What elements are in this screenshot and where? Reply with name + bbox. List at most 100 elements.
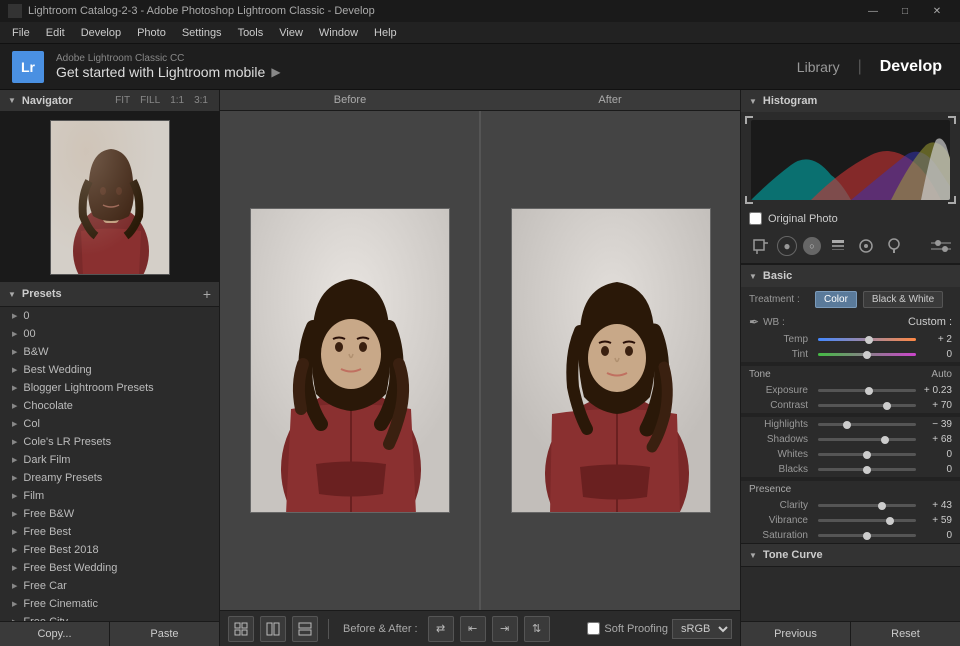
menu-edit[interactable]: Edit xyxy=(38,25,73,41)
menu-photo[interactable]: Photo xyxy=(129,25,174,41)
radial-filter-icon[interactable] xyxy=(855,235,877,257)
tone-curve-header[interactable]: ▼ Tone Curve xyxy=(741,544,960,566)
grid-view-button[interactable] xyxy=(228,616,254,642)
histogram-title: Histogram xyxy=(763,95,952,107)
main-layout: ▼ Navigator FIT FILL 1:1 3:1 xyxy=(0,90,960,646)
menu-settings[interactable]: Settings xyxy=(174,25,230,41)
close-button[interactable]: ✕ xyxy=(922,0,952,22)
highlights-slider-thumb[interactable] xyxy=(843,421,851,429)
list-item[interactable]: ▶Col xyxy=(0,415,219,433)
list-item[interactable]: ▶Free Best Wedding xyxy=(0,559,219,577)
right-panel-spacer xyxy=(741,567,960,621)
clarity-slider-track[interactable] xyxy=(818,504,916,507)
wb-label: WB : xyxy=(763,317,813,328)
contrast-slider-thumb[interactable] xyxy=(883,402,891,410)
navigator-header[interactable]: ▼ Navigator FIT FILL 1:1 3:1 xyxy=(0,90,219,112)
color-treatment-button[interactable]: Color xyxy=(815,291,857,308)
list-item[interactable]: ▶Best Wedding xyxy=(0,361,219,379)
tint-slider-thumb[interactable] xyxy=(863,351,871,359)
nav-opt-fit[interactable]: FIT xyxy=(112,94,133,107)
spot-removal-icon[interactable]: ● xyxy=(777,236,797,256)
paste-button[interactable]: Paste xyxy=(110,622,219,646)
nav-opt-fill[interactable]: FILL xyxy=(137,94,163,107)
list-item[interactable]: ▶0 xyxy=(0,307,219,325)
basic-header[interactable]: ▼ Basic xyxy=(741,265,960,287)
nav-develop[interactable]: Develop xyxy=(874,54,948,80)
list-item[interactable]: ▶Free City xyxy=(0,613,219,621)
reset-button[interactable]: Reset xyxy=(851,622,960,646)
bw-treatment-button[interactable]: Black & White xyxy=(863,291,943,308)
saturation-slider-track[interactable] xyxy=(818,534,916,537)
preset-triangle: ▶ xyxy=(12,528,17,536)
list-item[interactable]: ▶Free Best xyxy=(0,523,219,541)
minimize-button[interactable]: — xyxy=(858,0,888,22)
temp-slider-thumb[interactable] xyxy=(865,336,873,344)
maximize-button[interactable]: □ xyxy=(890,0,920,22)
vibrance-slider-thumb[interactable] xyxy=(886,517,894,525)
add-preset-button[interactable]: + xyxy=(203,286,211,302)
compare-view-button[interactable] xyxy=(260,616,286,642)
blacks-slider-track[interactable] xyxy=(818,468,916,471)
eyedropper-icon[interactable]: ✒ xyxy=(749,315,759,329)
copy-to-after[interactable]: ⇥ xyxy=(492,616,518,642)
tone-auto-button[interactable]: Auto xyxy=(931,369,952,380)
list-item[interactable]: ▶Free B&W xyxy=(0,505,219,523)
copy-button[interactable]: Copy... xyxy=(0,622,110,646)
list-item[interactable]: ▶Free Car xyxy=(0,577,219,595)
highlights-slider-track[interactable] xyxy=(818,423,916,426)
navigator-options[interactable]: FIT FILL 1:1 3:1 xyxy=(112,94,211,107)
crop-tool-icon[interactable] xyxy=(749,235,771,257)
soft-proofing-checkbox[interactable] xyxy=(587,622,600,635)
shadows-slider-thumb[interactable] xyxy=(881,436,889,444)
previous-button[interactable]: Previous xyxy=(741,622,851,646)
list-item[interactable]: ▶Blogger Lightroom Presets xyxy=(0,379,219,397)
swap-before-after[interactable]: ⇄ xyxy=(428,616,454,642)
list-item[interactable]: ▶Chocolate xyxy=(0,397,219,415)
menu-help[interactable]: Help xyxy=(366,25,405,41)
shadows-slider-track[interactable] xyxy=(818,438,916,441)
menu-develop[interactable]: Develop xyxy=(73,25,129,41)
list-item[interactable]: ▶00 xyxy=(0,325,219,343)
play-button[interactable]: ▶ xyxy=(271,65,280,79)
window-controls[interactable]: — □ ✕ xyxy=(858,0,952,22)
contrast-slider-track[interactable] xyxy=(818,404,916,407)
temp-slider-track[interactable] xyxy=(818,338,916,341)
list-item[interactable]: ▶Dark Film xyxy=(0,451,219,469)
original-photo-checkbox[interactable] xyxy=(749,212,762,225)
list-item[interactable]: ▶Film xyxy=(0,487,219,505)
list-item[interactable]: ▶Dreamy Presets xyxy=(0,469,219,487)
before-after-toggle[interactable] xyxy=(292,616,318,642)
exposure-slider-thumb[interactable] xyxy=(865,387,873,395)
menu-file[interactable]: File xyxy=(4,25,38,41)
list-item[interactable]: ▶Cole's LR Presets xyxy=(0,433,219,451)
presets-header[interactable]: ▼ Presets + xyxy=(0,282,219,307)
list-item[interactable]: ▶Free Cinematic xyxy=(0,595,219,613)
menu-tools[interactable]: Tools xyxy=(230,25,272,41)
tint-value: 0 xyxy=(920,349,952,360)
nav-library[interactable]: Library xyxy=(791,55,846,79)
after-photo xyxy=(511,208,711,513)
list-item[interactable]: ▶Free Best 2018 xyxy=(0,541,219,559)
menu-view[interactable]: View xyxy=(271,25,311,41)
soft-proofing-dropdown[interactable]: sRGB xyxy=(672,619,732,639)
copy-to-before[interactable]: ⇤ xyxy=(460,616,486,642)
shadows-label: Shadows xyxy=(749,434,814,445)
tint-slider-track[interactable] xyxy=(818,353,916,356)
nav-opt-3-1[interactable]: 3:1 xyxy=(191,94,211,107)
whites-slider-thumb[interactable] xyxy=(863,451,871,459)
adjustment-brush-icon[interactable] xyxy=(883,235,905,257)
redeye-icon[interactable]: ○ xyxy=(803,237,821,255)
blacks-slider-thumb[interactable] xyxy=(863,466,871,474)
whites-slider-track[interactable] xyxy=(818,453,916,456)
list-item[interactable]: ▶B&W xyxy=(0,343,219,361)
slider-icon[interactable] xyxy=(930,235,952,257)
exposure-slider-track[interactable] xyxy=(818,389,916,392)
vibrance-slider-track[interactable] xyxy=(818,519,916,522)
histogram-header[interactable]: ▼ Histogram xyxy=(741,90,960,112)
clarity-slider-thumb[interactable] xyxy=(878,502,886,510)
saturation-slider-thumb[interactable] xyxy=(863,532,871,540)
nav-opt-1-1[interactable]: 1:1 xyxy=(167,94,187,107)
graduated-filter-icon[interactable] xyxy=(827,235,849,257)
menu-window[interactable]: Window xyxy=(311,25,366,41)
swap-view[interactable]: ⇅ xyxy=(524,616,550,642)
